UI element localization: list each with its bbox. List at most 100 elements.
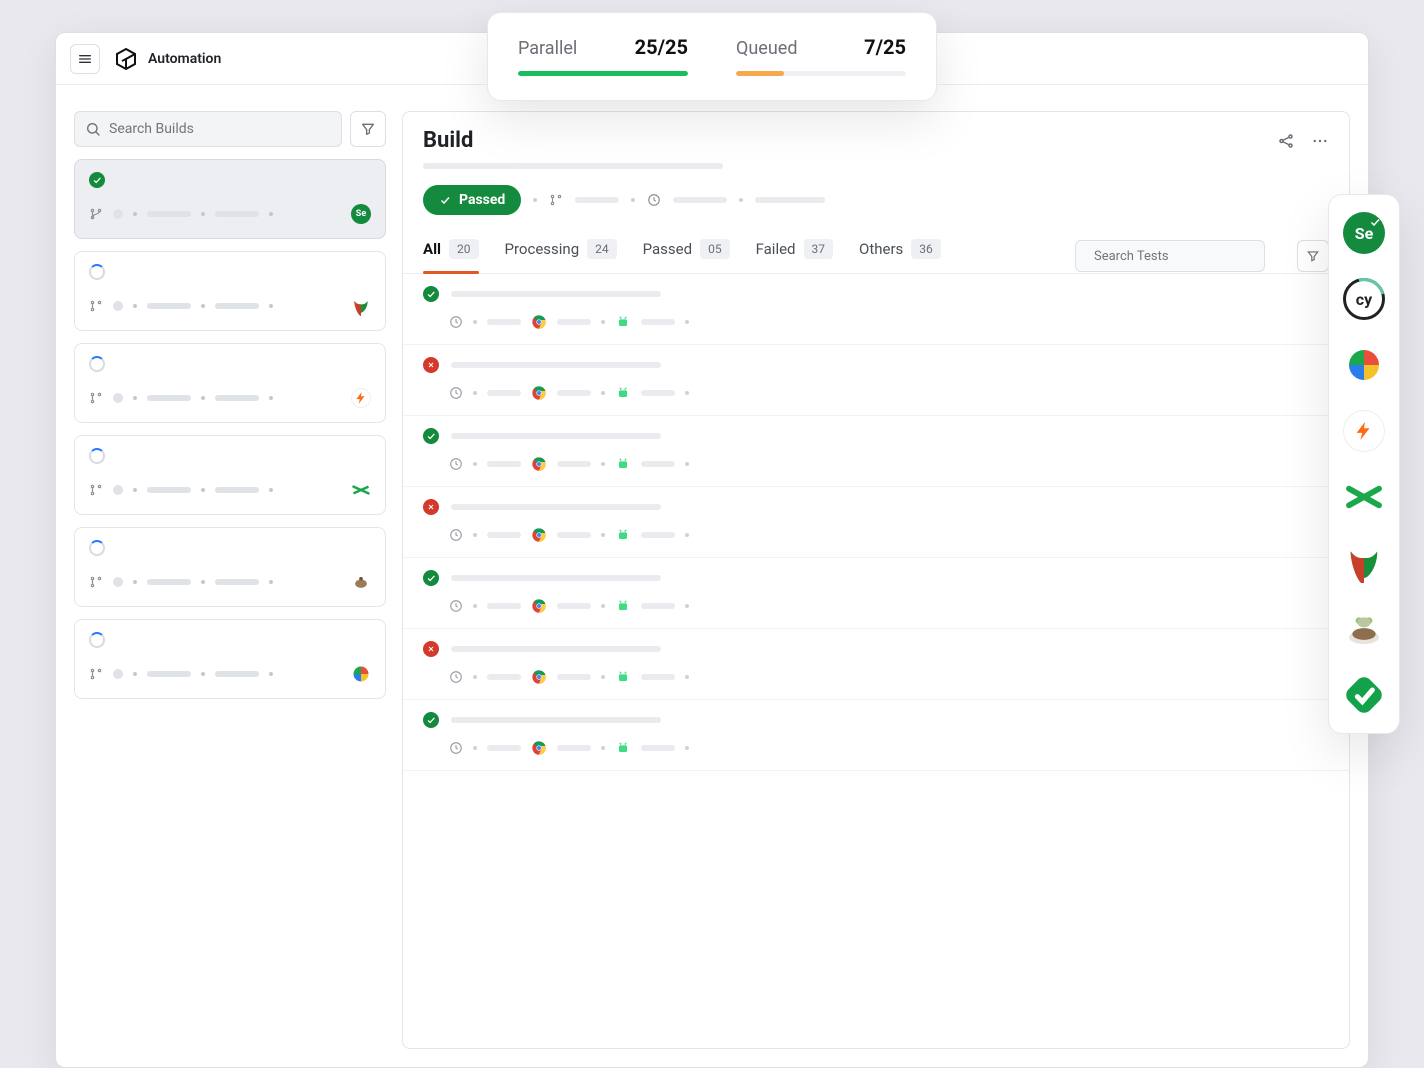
tab-label: All [423, 240, 441, 258]
branch-icon [89, 207, 103, 221]
test-row[interactable] [403, 558, 1349, 629]
chrome-icon [531, 385, 547, 401]
filter-builds-button[interactable] [350, 111, 386, 147]
brand: Automation [114, 47, 221, 71]
app-name: Automation [148, 51, 221, 67]
branch-icon [89, 667, 103, 681]
chrome-icon [531, 456, 547, 472]
chrome-icon [531, 669, 547, 685]
stat-value: 7/25 [864, 35, 906, 59]
android-icon [615, 598, 631, 614]
status-failed-icon [423, 357, 439, 373]
clock-icon [449, 670, 463, 684]
status-passed-icon [423, 428, 439, 444]
chrome-icon [531, 314, 547, 330]
branch-icon [89, 299, 103, 313]
test-row[interactable] [403, 274, 1349, 345]
android-icon [615, 527, 631, 543]
search-builds-input[interactable] [109, 121, 331, 137]
android-icon [615, 385, 631, 401]
tool-rail: Se cy [1328, 194, 1400, 734]
build-card[interactable]: Se [74, 159, 386, 239]
rail-selenium[interactable]: Se [1342, 211, 1386, 255]
clock-icon [449, 528, 463, 542]
android-icon [615, 456, 631, 472]
espresso-icon [351, 572, 371, 592]
spinner-icon [89, 540, 105, 556]
brand-logo-icon [114, 47, 138, 71]
tab-label: Processing [505, 240, 580, 258]
x-green-icon [1344, 477, 1384, 517]
tab-failed[interactable]: Failed 37 [756, 239, 833, 273]
clock-icon [647, 193, 661, 207]
selenium-icon: Se [351, 204, 371, 224]
status-passed-icon [89, 172, 105, 188]
status-pill: Passed [423, 185, 521, 215]
stat-label: Parallel [518, 38, 577, 59]
share-icon[interactable] [1277, 132, 1295, 150]
android-icon [615, 314, 631, 330]
tab-count: 37 [804, 239, 834, 259]
build-card[interactable] [74, 527, 386, 607]
build-title: Build [423, 128, 473, 153]
x-green-icon [351, 480, 371, 500]
clock-icon [449, 315, 463, 329]
main-split: Se [56, 85, 1368, 1067]
filter-tests-button[interactable] [1297, 240, 1329, 272]
clock-icon [449, 386, 463, 400]
spinner-icon [89, 356, 105, 372]
tab-all[interactable]: All 20 [423, 239, 479, 273]
tab-count: 05 [700, 239, 730, 259]
stat-bar [518, 71, 688, 76]
test-list [403, 274, 1349, 1048]
filter-icon [360, 121, 376, 137]
stats-card: Parallel 25/25 Queued 7/25 [487, 12, 937, 101]
stat-label: Queued [736, 38, 797, 59]
branch-icon [549, 193, 563, 207]
rail-lightning[interactable] [1342, 409, 1386, 453]
android-icon [615, 669, 631, 685]
branch-icon [89, 391, 103, 405]
tab-passed[interactable]: Passed 05 [643, 239, 730, 273]
spinner-icon [89, 632, 105, 648]
rail-playwright[interactable] [1342, 541, 1386, 585]
test-row[interactable] [403, 345, 1349, 416]
search-tests[interactable] [1075, 240, 1265, 272]
rail-cypress[interactable]: cy [1342, 277, 1386, 321]
test-row[interactable] [403, 700, 1349, 771]
test-row[interactable] [403, 629, 1349, 700]
build-card[interactable] [74, 251, 386, 331]
stat-bar [736, 71, 906, 76]
appium-icon [351, 664, 371, 684]
build-card[interactable] [74, 343, 386, 423]
search-icon [85, 121, 101, 137]
check-icon [439, 194, 451, 206]
filter-icon [1306, 249, 1320, 263]
rail-espresso[interactable] [1342, 607, 1386, 651]
status-passed-icon [423, 286, 439, 302]
test-row[interactable] [403, 416, 1349, 487]
test-row[interactable] [403, 487, 1349, 558]
menu-button[interactable] [70, 44, 100, 74]
chrome-icon [531, 527, 547, 543]
spinner-icon [89, 448, 105, 464]
build-detail-panel: Build Passed [402, 111, 1350, 1049]
android-icon [615, 740, 631, 756]
playwright-icon [351, 296, 371, 316]
rail-katalon[interactable] [1342, 673, 1386, 717]
branch-icon [89, 575, 103, 589]
status-pill-label: Passed [459, 192, 505, 208]
lightning-icon [1343, 410, 1385, 452]
rail-x-green[interactable] [1342, 475, 1386, 519]
build-card[interactable] [74, 435, 386, 515]
tests-tabs: All 20 Processing 24 Passed 05 Failed 37… [403, 221, 1349, 274]
build-card[interactable] [74, 619, 386, 699]
more-icon[interactable] [1311, 132, 1329, 150]
search-tests-input[interactable] [1094, 249, 1260, 264]
rail-appium[interactable] [1342, 343, 1386, 387]
clock-icon [449, 599, 463, 613]
stat-queued: Queued 7/25 [736, 35, 906, 76]
tab-others[interactable]: Others 36 [859, 239, 941, 273]
tab-processing[interactable]: Processing 24 [505, 239, 617, 273]
search-builds[interactable] [74, 111, 342, 147]
